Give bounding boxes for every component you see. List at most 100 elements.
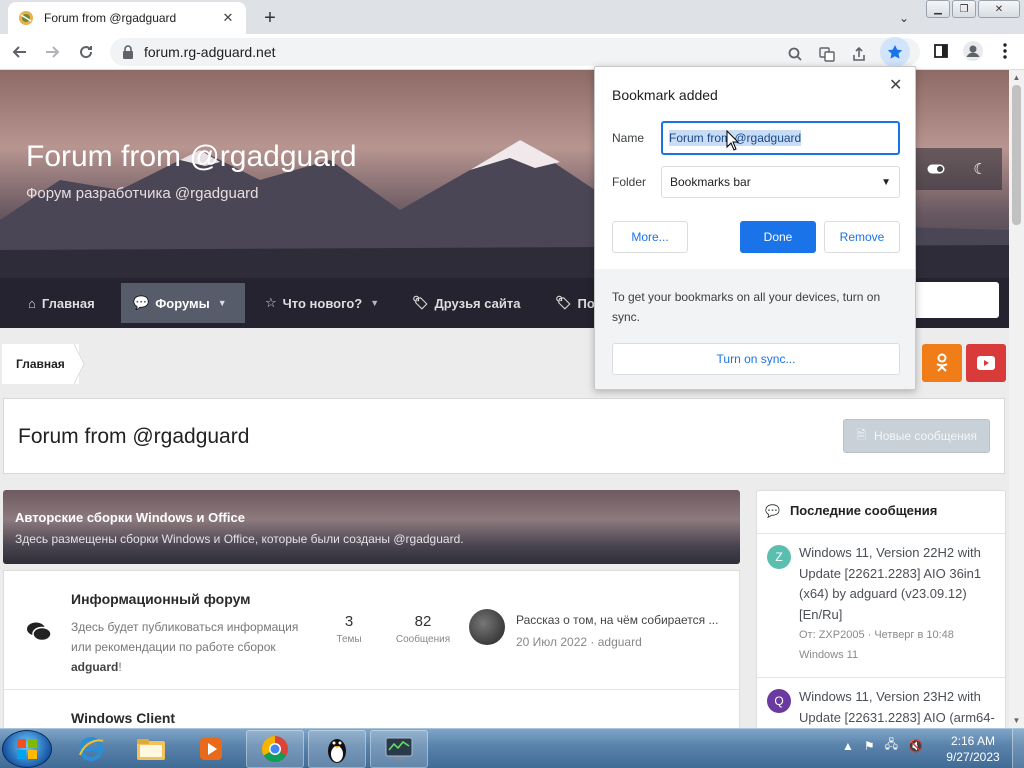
share-icon[interactable] [848, 43, 870, 65]
new-messages-label: Новые сообщения [874, 429, 977, 443]
forum-desc-bold: adguard [71, 660, 119, 674]
last-post-meta: 20 Июл 2022 · adguard [516, 635, 642, 649]
messages-stat: 82 Сообщения [390, 613, 456, 645]
restore-button[interactable]: ❐ [952, 0, 976, 18]
nav-friends-label: Друзья сайта [434, 295, 521, 311]
media-player-icon[interactable] [182, 730, 240, 768]
post-title[interactable]: Windows 11, Version 23H2 with Update [22… [799, 687, 999, 728]
divider [757, 677, 1005, 678]
task-manager-icon[interactable] [370, 730, 428, 768]
post-meta: От: ZXP2005 · Четверг в 10:48 [799, 629, 954, 641]
nav-item-home[interactable]: ⌂ Главная [28, 278, 95, 328]
volume-icon[interactable]: 🔇 [908, 739, 923, 753]
category-title[interactable]: Авторские сборки Windows и Office [15, 510, 245, 525]
chevron-down-icon[interactable]: ▼ [370, 298, 379, 308]
document-icon: 🗎 [856, 427, 867, 442]
chat-icon: 💬 [133, 295, 150, 310]
windows-taskbar: ▲ ⚑ 🖧 🔇 2:16 AM 9/27/2023 [0, 728, 1024, 768]
bookmark-star-icon[interactable] [880, 37, 910, 67]
done-button[interactable]: Done [740, 221, 816, 253]
avatar[interactable]: Q [767, 689, 791, 713]
forum-description: Здесь будет публиковаться информация или… [71, 617, 311, 677]
youtube-icon[interactable] [966, 344, 1006, 382]
new-messages-button[interactable]: 🗎 Новые сообщения [843, 419, 990, 453]
tux-penguin-icon[interactable] [308, 730, 366, 768]
nav-item-whats-new[interactable]: ☆ Что нового? ▼ [265, 278, 379, 328]
new-tab-button[interactable]: + [258, 6, 282, 30]
tab-strip: Forum from @rgadguard ✕ + ⌄ ▁ ❐ ✕ [0, 0, 1024, 34]
tab-close-icon[interactable]: ✕ [220, 10, 236, 26]
bookmark-name-input[interactable]: Forum from @rgadguard [661, 121, 900, 155]
close-icon[interactable]: ✕ [889, 75, 902, 95]
folder-value: Bookmarks bar [670, 175, 751, 189]
chat-icon: 💬 [765, 503, 780, 518]
forum-desc-line1: Здесь будет публиковаться информация [71, 620, 299, 634]
dark-mode-moon-icon[interactable]: ☾ [958, 148, 1002, 190]
forum-desc-end: ! [118, 660, 122, 674]
system-tray: ▲ ⚑ 🖧 🔇 [842, 735, 923, 756]
avatar[interactable]: Z [767, 545, 791, 569]
tab-search-icon[interactable]: ⌄ [894, 8, 914, 28]
file-explorer-icon[interactable] [122, 730, 180, 768]
chrome-taskbar-icon[interactable] [246, 730, 304, 768]
internet-explorer-icon[interactable] [62, 730, 120, 768]
folder-select[interactable]: Bookmarks bar ▼ [661, 166, 900, 198]
bookmark-dialog-title: Bookmark added [612, 87, 718, 103]
list-item: Q Windows 11, Version 23H2 with Update [… [767, 687, 997, 728]
scroll-up-icon[interactable]: ▲ [1009, 70, 1024, 85]
page-scrollbar[interactable]: ▲ ▼ [1009, 70, 1024, 728]
search-input[interactable] [912, 282, 999, 318]
minimize-button[interactable]: ▁ [926, 0, 950, 18]
nav-item-partial[interactable]: 🏷 По [555, 278, 595, 328]
close-window-button[interactable]: ✕ [978, 0, 1020, 18]
show-desktop-button[interactable] [1012, 729, 1024, 768]
url-text: forum.rg-adguard.net [144, 44, 276, 60]
remove-button[interactable]: Remove [824, 221, 900, 253]
profile-avatar-icon[interactable] [962, 40, 984, 62]
forward-icon[interactable] [40, 40, 64, 64]
browser-toolbar: forum.rg-adguard.net [0, 34, 1024, 70]
odnoklassniki-icon[interactable] [922, 344, 962, 382]
forum-name[interactable]: Информационный форум [71, 591, 251, 607]
reload-icon[interactable] [74, 40, 98, 64]
chevron-down-icon[interactable]: ▼ [218, 298, 227, 308]
search-icon[interactable] [784, 43, 806, 65]
turn-on-sync-button[interactable]: Turn on sync... [612, 343, 900, 375]
last-post-title[interactable]: Рассказ о том, на чём собирается ... [516, 613, 718, 627]
widget-title[interactable]: Последние сообщения [790, 503, 937, 518]
tag-icon: 🏷 [412, 295, 429, 310]
back-icon[interactable] [8, 40, 32, 64]
post-forum[interactable]: Windows 11 [799, 645, 858, 665]
breadcrumb-home[interactable]: Главная [2, 344, 79, 384]
browser-menu-icon[interactable] [994, 40, 1016, 62]
forum-name[interactable]: Windows Client [71, 710, 175, 726]
dropdown-arrow-icon: ▼ [881, 176, 891, 188]
star-icon: ☆ [265, 295, 277, 310]
start-button[interactable] [2, 730, 52, 768]
show-hidden-icons-icon[interactable]: ▲ [842, 739, 854, 753]
address-bar[interactable]: forum.rg-adguard.net [110, 37, 920, 67]
tab-forum[interactable]: Forum from @rgadguard ✕ [8, 2, 246, 34]
chat-bubbles-icon [26, 621, 52, 649]
forum-row: Информационный форум Здесь будет публико… [4, 571, 739, 690]
nav-item-forums[interactable]: 💬 Форумы ▼ [121, 283, 245, 323]
site-title[interactable]: Forum from @rgadguard [26, 140, 357, 174]
style-toggle-icon[interactable] [914, 148, 958, 190]
action-center-flag-icon[interactable]: ⚑ [864, 739, 875, 753]
translate-icon[interactable] [816, 43, 838, 65]
mouse-cursor-icon [726, 130, 740, 151]
nav-item-friends[interactable]: 🏷 Друзья сайта [412, 278, 520, 328]
post-title[interactable]: Windows 11, Version 22H2 with Update [22… [799, 543, 999, 625]
side-panel-icon[interactable] [930, 40, 952, 62]
scroll-down-icon[interactable]: ▼ [1009, 713, 1024, 728]
lock-icon[interactable] [122, 45, 134, 59]
clock-time: 2:16 AM [950, 734, 996, 748]
breadcrumb-arrow [74, 344, 85, 384]
topics-count: 3 [344, 613, 354, 630]
scroll-thumb[interactable] [1012, 85, 1021, 225]
more-button[interactable]: More... [612, 221, 688, 253]
taskbar-clock[interactable]: 2:16 AM 9/27/2023 [944, 733, 1002, 765]
avatar[interactable] [469, 609, 505, 645]
folder-label: Folder [612, 175, 647, 189]
network-icon[interactable]: 🖧 [885, 735, 898, 756]
